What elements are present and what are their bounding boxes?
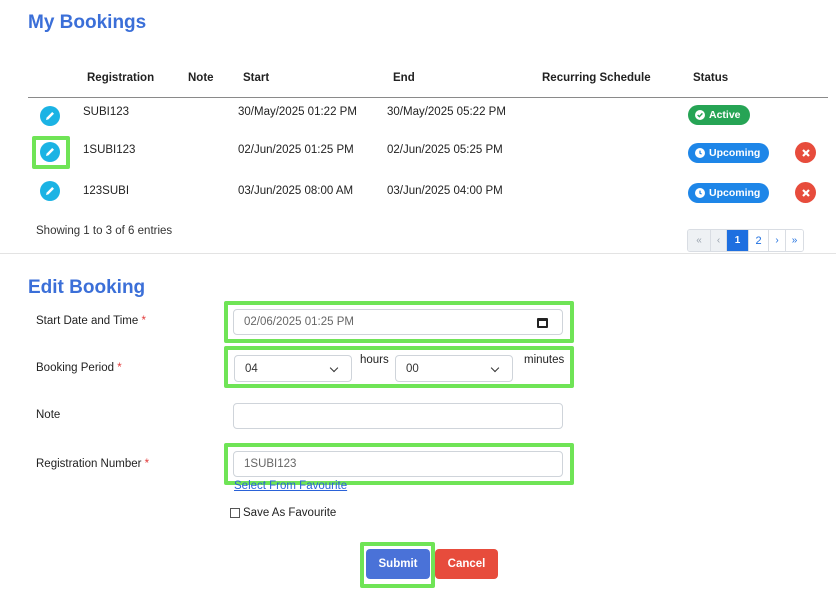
delete-booking-button[interactable] bbox=[795, 142, 816, 163]
registration-input[interactable]: 1SUBI123 bbox=[233, 451, 563, 477]
pencil-icon bbox=[46, 187, 54, 195]
hours-select[interactable]: 04 bbox=[234, 355, 352, 382]
table-row: 123SUBI 03/Jun/2025 08:00 AM 03/Jun/2025… bbox=[0, 172, 836, 208]
status-label: Upcoming bbox=[709, 147, 761, 159]
row-start: 30/May/2025 01:22 PM bbox=[238, 106, 357, 118]
booking-period-label-text: Booking Period bbox=[36, 362, 114, 374]
row-start: 02/Jun/2025 01:25 PM bbox=[238, 144, 354, 156]
bookings-panel: My Bookings Registration Note Start End … bbox=[0, 0, 836, 254]
minutes-unit: minutes bbox=[524, 354, 565, 366]
page-2-button[interactable]: 2 bbox=[749, 230, 769, 251]
prev-page-button[interactable]: ‹ bbox=[711, 230, 727, 251]
save-favourite-label: Save As Favourite bbox=[243, 507, 337, 519]
registration-label: Registration Number * bbox=[36, 458, 149, 470]
select-favourite-link[interactable]: Select From Favourite bbox=[234, 480, 347, 492]
close-circle-icon bbox=[801, 148, 810, 157]
save-favourite-checkbox[interactable]: Save As Favourite bbox=[230, 507, 336, 519]
edit-booking-panel: Edit Booking Start Date and Time * 02/06… bbox=[0, 262, 836, 591]
clock-icon bbox=[695, 188, 705, 198]
pencil-icon bbox=[46, 148, 54, 156]
col-start: Start bbox=[243, 72, 270, 84]
row-end: 30/May/2025 05:22 PM bbox=[387, 106, 506, 118]
clock-icon bbox=[695, 148, 705, 158]
required-mark: * bbox=[117, 362, 122, 374]
status-badge: Upcoming bbox=[688, 143, 770, 163]
row-registration: 1SUBI123 bbox=[83, 144, 136, 156]
minutes-select[interactable]: 00 bbox=[395, 355, 513, 382]
table-row: 1SUBI123 02/Jun/2025 01:25 PM 02/Jun/202… bbox=[0, 134, 836, 170]
status-badge: Active bbox=[688, 105, 750, 125]
col-end: End bbox=[393, 72, 415, 84]
bookings-title: My Bookings bbox=[28, 12, 147, 33]
note-input[interactable] bbox=[233, 403, 563, 429]
delete-booking-button[interactable] bbox=[795, 182, 816, 203]
next-page-button[interactable]: › bbox=[769, 230, 786, 251]
hours-unit: hours bbox=[360, 354, 389, 366]
page-1-button[interactable]: 1 bbox=[727, 230, 749, 251]
pagination: « ‹ 1 2 › » bbox=[687, 229, 804, 252]
col-registration: Registration bbox=[87, 72, 155, 84]
chevron-down-icon bbox=[329, 363, 339, 373]
pencil-icon bbox=[46, 112, 54, 120]
hours-value: 04 bbox=[245, 362, 258, 375]
cancel-button[interactable]: Cancel bbox=[435, 549, 498, 579]
edit-booking-button[interactable] bbox=[40, 181, 60, 201]
row-registration: SUBI123 bbox=[83, 106, 130, 118]
chevron-down-icon bbox=[490, 363, 500, 373]
start-date-label: Start Date and Time * bbox=[36, 315, 146, 327]
row-end: 02/Jun/2025 05:25 PM bbox=[387, 144, 503, 156]
row-start: 03/Jun/2025 08:00 AM bbox=[238, 185, 354, 197]
check-circle-icon bbox=[695, 110, 705, 120]
registration-label-text: Registration Number bbox=[36, 458, 142, 470]
col-recurring: Recurring Schedule bbox=[542, 72, 651, 84]
calendar-icon[interactable] bbox=[537, 318, 548, 328]
required-mark: * bbox=[144, 458, 150, 470]
close-circle-icon bbox=[801, 188, 810, 197]
start-datetime-input[interactable]: 02/06/2025 01:25 PM bbox=[233, 309, 563, 335]
required-mark: * bbox=[141, 315, 146, 327]
minutes-value: 00 bbox=[406, 362, 419, 375]
note-label: Note bbox=[36, 409, 61, 421]
entries-info: Showing 1 to 3 of 6 entries bbox=[36, 225, 173, 237]
edit-booking-button[interactable] bbox=[40, 106, 60, 126]
last-page-button[interactable]: » bbox=[786, 230, 803, 251]
start-date-label-text: Start Date and Time bbox=[36, 315, 139, 327]
status-label: Upcoming bbox=[709, 187, 761, 199]
edit-booking-button[interactable] bbox=[40, 142, 60, 162]
col-note: Note bbox=[188, 72, 214, 84]
table-row: SUBI123 30/May/2025 01:22 PM 30/May/2025… bbox=[0, 98, 836, 134]
edit-booking-title: Edit Booking bbox=[28, 277, 146, 298]
registration-value: 1SUBI123 bbox=[244, 458, 297, 470]
status-label: Active bbox=[709, 109, 741, 121]
status-badge: Upcoming bbox=[688, 183, 770, 203]
row-registration: 123SUBI bbox=[83, 185, 130, 197]
first-page-button[interactable]: « bbox=[688, 230, 711, 251]
booking-period-label: Booking Period * bbox=[36, 362, 122, 374]
submit-button[interactable]: Submit bbox=[366, 549, 430, 579]
checkbox-box[interactable] bbox=[230, 508, 240, 518]
row-end: 03/Jun/2025 04:00 PM bbox=[387, 185, 503, 197]
col-status: Status bbox=[693, 72, 729, 84]
start-datetime-value: 02/06/2025 01:25 PM bbox=[244, 316, 354, 328]
